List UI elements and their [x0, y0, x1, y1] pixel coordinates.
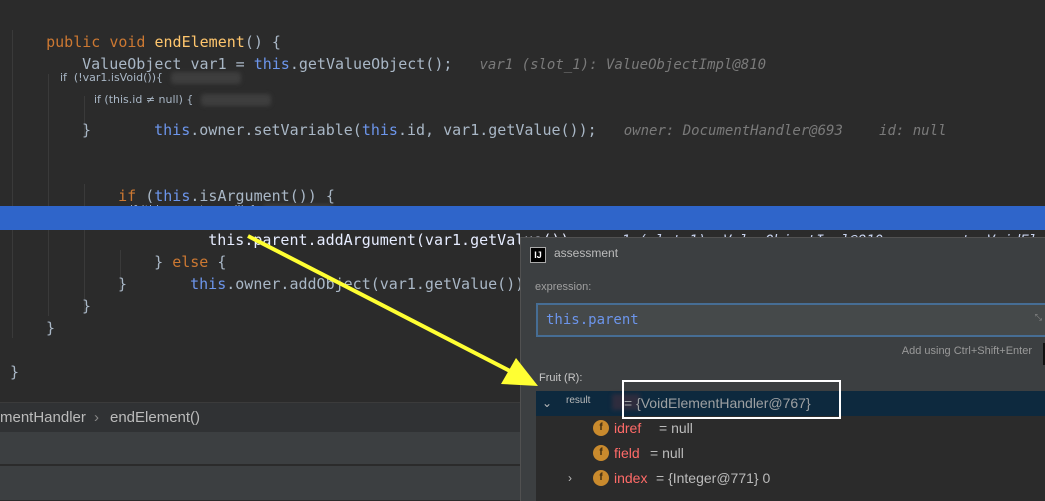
evaluate-expression-dialog: IJ assessment expression: this.parent ⤡ …: [520, 237, 1045, 501]
breadcrumb-class[interactable]: mentHandler: [0, 403, 86, 433]
expression-input[interactable]: this.parent ⤡: [536, 303, 1045, 337]
code-line-3: if (!var1.isVoid()){: [46, 51, 241, 84]
breadcrumb-separator: ›: [94, 409, 99, 426]
code-line-13: }: [82, 297, 92, 315]
dialog-title: assessment: [554, 246, 619, 260]
field-icon: f: [593, 470, 609, 486]
indent-guide: [48, 74, 49, 316]
tree-row[interactable]: f field = null: [536, 441, 1045, 466]
code-line-4: if (this.id ≠ null) {: [80, 73, 272, 106]
code-line-5: this.owner.setVariable(this.id, var1.get…: [154, 121, 947, 139]
code-line-7: if (this.isArgument()) {: [118, 187, 335, 205]
code-line-12: }: [118, 275, 128, 293]
field-icon: f: [593, 445, 609, 461]
code-line-11: this.owner.addObject(var1.getValue());: [190, 275, 534, 293]
code-line-9: this.parent.addArgument(var1.getValue())…: [154, 207, 1045, 249]
code-line-1: public void endElement() {: [46, 33, 281, 51]
code-line-6: }: [82, 121, 92, 139]
inline-debug-hint: owner: DocumentHandler@693: [623, 123, 843, 139]
breadcrumb-method[interactable]: endElement(): [110, 403, 200, 433]
chevron-down-icon[interactable]: ⌄: [542, 391, 552, 416]
code-line-13b: }: [46, 319, 56, 337]
code-line-10: } else {: [154, 253, 227, 271]
intellij-icon: IJ: [530, 247, 546, 263]
indent-guide: [12, 30, 13, 338]
inline-debug-hint: var1 (slot_1): ValueObjectImpl@810: [479, 57, 767, 73]
expand-icon[interactable]: ⤡: [1035, 303, 1042, 333]
current-execution-line: this.parent.addArgument(var1.getValue())…: [0, 206, 1045, 249]
bottom-tool-panel: [0, 432, 520, 500]
panel-divider: [0, 464, 520, 466]
expression-text: this.parent: [546, 312, 639, 328]
result-node-label: result: [566, 395, 591, 406]
tree-row[interactable]: f idref = null: [536, 416, 1045, 441]
inline-debug-hint: id: null: [879, 123, 947, 139]
code-line-8: if (this.parent ≠ null) {: [116, 183, 334, 216]
highlight-frame: [622, 380, 841, 419]
chevron-right-icon[interactable]: ›: [568, 466, 572, 491]
code-line-2: ValueObject var1 = this.getValueObject()…: [82, 55, 767, 73]
result-label: Fruit (R):: [539, 372, 583, 384]
expression-label: expression:: [535, 281, 592, 293]
tree-row[interactable]: › f index = {Integer@771} 0: [536, 466, 1045, 491]
add-watch-hint: Add using Ctrl+Shift+Enter: [901, 345, 1032, 357]
field-icon: f: [593, 420, 609, 436]
code-line-14: }: [10, 363, 20, 381]
